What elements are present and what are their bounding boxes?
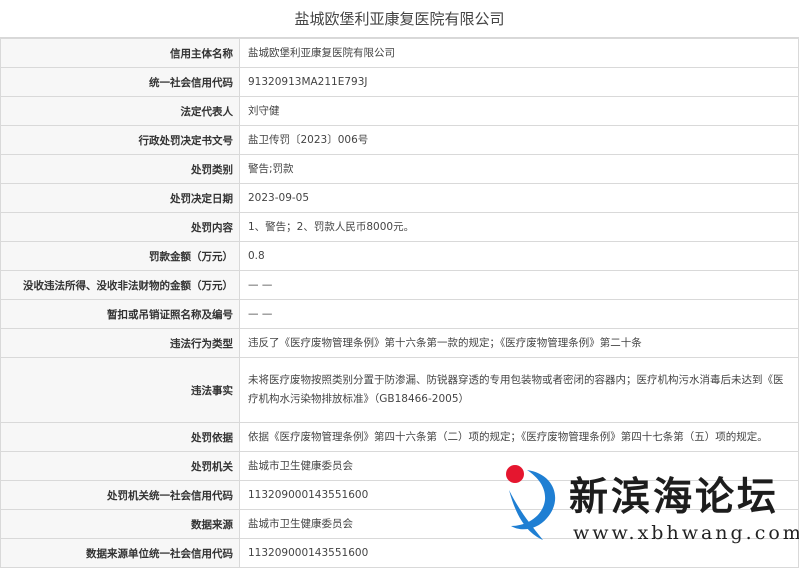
row-value: 91320913MA211E793J: [239, 67, 799, 97]
table-row: 处罚决定日期 2023-09-05: [0, 183, 799, 213]
row-label: 处罚机关统一社会信用代码: [0, 480, 240, 510]
table-row: 处罚机关 盐城市卫生健康委员会: [0, 451, 799, 481]
row-label: 处罚内容: [0, 212, 240, 242]
table-row: 法定代表人 刘守健: [0, 96, 799, 126]
row-label: 行政处罚决定书文号: [0, 125, 240, 155]
row-value: 未将医疗废物按照类别分置于防渗漏、防锐器穿透的专用包装物或者密闭的容器内；医疗机…: [239, 357, 799, 423]
row-label: 统一社会信用代码: [0, 67, 240, 97]
row-label: 信用主体名称: [0, 38, 240, 68]
row-label: 处罚决定日期: [0, 183, 240, 213]
row-value: 2023-09-05: [239, 183, 799, 213]
table-row: 没收违法所得、没收非法财物的金额（万元） — —: [0, 270, 799, 300]
row-value: 盐卫传罚〔2023〕006号: [239, 125, 799, 155]
row-value: 盐城市卫生健康委员会: [239, 451, 799, 481]
page-title: 盐城欧堡利亚康复医院有限公司: [0, 0, 799, 38]
row-label: 违法行为类型: [0, 328, 240, 358]
row-label: 处罚依据: [0, 422, 240, 452]
table-row: 数据来源 盐城市卫生健康委员会: [0, 509, 799, 539]
row-value: 刘守健: [239, 96, 799, 126]
table-row: 违法行为类型 违反了《医疗废物管理条例》第十六条第一款的规定；《医疗废物管理条例》…: [0, 328, 799, 358]
row-label: 暂扣或吊销证照名称及编号: [0, 299, 240, 329]
row-value: 11320900014355160​0: [239, 538, 799, 568]
table-row: 处罚类别 警告;罚款: [0, 154, 799, 184]
row-label: 法定代表人: [0, 96, 240, 126]
table-row: 信用主体名称 盐城欧堡利亚康复医院有限公司: [0, 38, 799, 68]
row-label: 处罚类别: [0, 154, 240, 184]
table-row: 统一社会信用代码 91320913MA211E793J: [0, 67, 799, 97]
row-value: 盐城欧堡利亚康复医院有限公司: [239, 38, 799, 68]
row-label: 数据来源: [0, 509, 240, 539]
table-row: 处罚依据 依据《医疗废物管理条例》第四十六条第（二）项的规定；《医疗废物管理条例》…: [0, 422, 799, 452]
table-row: 暂扣或吊销证照名称及编号 — —: [0, 299, 799, 329]
row-value: 0.8: [239, 241, 799, 271]
row-label: 没收违法所得、没收非法财物的金额（万元）: [0, 270, 240, 300]
row-value: 依据《医疗废物管理条例》第四十六条第（二）项的规定；《医疗废物管理条例》第四十七…: [239, 422, 799, 452]
table-row: 数据来源单位统一社会信用代码 11320900014355160​0: [0, 538, 799, 568]
row-label: 违法事实: [0, 357, 240, 423]
row-value: 盐城市卫生健康委员会: [239, 509, 799, 539]
row-value: — —: [239, 270, 799, 300]
table-row: 行政处罚决定书文号 盐卫传罚〔2023〕006号: [0, 125, 799, 155]
table-row: 罚款金额（万元） 0.8: [0, 241, 799, 271]
row-value: 违反了《医疗废物管理条例》第十六条第一款的规定；《医疗废物管理条例》第二十条: [239, 328, 799, 358]
row-value: 1、警告；2、罚款人民币8000元。: [239, 212, 799, 242]
credit-info-table: 信用主体名称 盐城欧堡利亚康复医院有限公司 统一社会信用代码 91320913MA2…: [0, 38, 799, 568]
row-value: — —: [239, 299, 799, 329]
table-row: 处罚机关统一社会信用代码 11320900014355160​0: [0, 480, 799, 510]
row-value: 警告;罚款: [239, 154, 799, 184]
row-label: 处罚机关: [0, 451, 240, 481]
table-row: 处罚内容 1、警告；2、罚款人民币8000元。: [0, 212, 799, 242]
table-row: 违法事实 未将医疗废物按照类别分置于防渗漏、防锐器穿透的专用包装物或者密闭的容器内…: [0, 357, 799, 423]
row-value: 11320900014355160​0: [239, 480, 799, 510]
row-label: 数据来源单位统一社会信用代码: [0, 538, 240, 568]
row-label: 罚款金额（万元）: [0, 241, 240, 271]
